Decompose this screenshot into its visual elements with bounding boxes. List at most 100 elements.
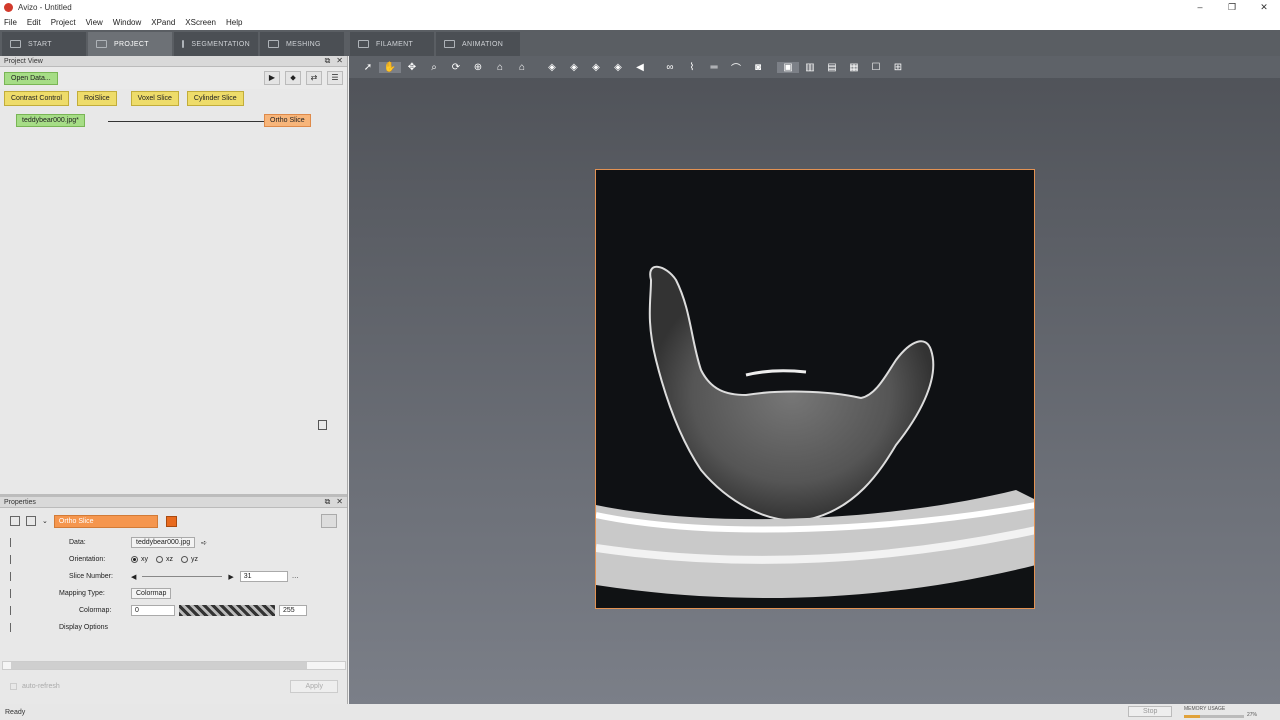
prop-mapping-type: Mapping Type: Colormap — [0, 585, 347, 602]
tab-segmentation[interactable]: SEGMENTATION — [174, 32, 258, 56]
pin-icon[interactable] — [10, 572, 17, 581]
translate-icon[interactable]: ✥ — [401, 62, 423, 73]
prev-slice-icon[interactable]: ◀ — [131, 573, 136, 581]
module-name[interactable]: Ortho Slice — [53, 514, 158, 528]
colormap-editor[interactable] — [179, 605, 275, 616]
meshing-icon — [268, 40, 279, 48]
pointer-icon[interactable]: ▶ — [264, 71, 280, 85]
view-x-icon[interactable]: ◈ — [541, 62, 563, 73]
module-color-swatch[interactable] — [165, 515, 177, 527]
menu-help[interactable]: Help — [226, 18, 242, 27]
reverse-icon[interactable]: ◀ — [629, 62, 651, 73]
layout-1-icon[interactable]: ▣ — [777, 61, 799, 73]
chevron-down-icon[interactable]: ⌄ — [42, 517, 48, 525]
slice-slider[interactable] — [142, 576, 223, 577]
project-icon — [96, 40, 107, 48]
float-icon[interactable]: ⧉ — [325, 56, 331, 65]
pin-icon[interactable] — [26, 516, 36, 526]
module-header: ⌄ Ortho Slice — [0, 508, 347, 534]
status-text: Ready — [5, 708, 26, 716]
close-panel-icon[interactable]: ✕ — [336, 56, 343, 65]
orientation-yz[interactable]: yz — [181, 556, 198, 563]
layout-3-icon[interactable]: ▤ — [821, 62, 843, 73]
roislice-button[interactable]: RoiSlice — [76, 91, 117, 106]
ortho-slice-node[interactable]: Ortho Slice — [264, 114, 311, 127]
layout-fullscreen-icon[interactable]: ☐ — [865, 62, 887, 73]
rotate-icon[interactable]: ⟳ — [445, 62, 467, 73]
pin-icon[interactable] — [10, 623, 17, 632]
set-home-icon[interactable]: ⌂ — [511, 62, 533, 73]
menu-file[interactable]: File — [4, 18, 17, 27]
layout-2-icon[interactable]: ▥ — [799, 62, 821, 73]
settings-icon[interactable] — [321, 514, 337, 528]
filament-icon — [358, 40, 369, 48]
contrast-control-button[interactable]: Contrast Control — [4, 91, 69, 106]
voxel-slice-button[interactable]: Voxel Slice — [130, 91, 179, 106]
next-slice-icon[interactable]: ▶ — [228, 573, 233, 581]
orientation-xy[interactable]: xy — [131, 556, 148, 563]
float-icon[interactable]: ⧉ — [325, 497, 331, 506]
menu-view[interactable]: View — [86, 18, 103, 27]
horizontal-scrollbar[interactable] — [2, 661, 346, 670]
layout-grid-icon[interactable]: ⊞ — [887, 62, 909, 73]
snapshot-icon[interactable]: ◙ — [747, 62, 769, 73]
menu-project[interactable]: Project — [51, 18, 76, 27]
prop-colormap: Colormap: 0 255 — [0, 602, 347, 619]
tab-start[interactable]: START — [2, 32, 86, 56]
menu-xscreen[interactable]: XScreen — [185, 18, 216, 27]
cylinder-slice-button[interactable]: Cylinder Slice — [186, 91, 244, 106]
visibility-icon[interactable] — [10, 516, 20, 526]
connection-line — [108, 121, 265, 122]
minimize-icon[interactable]: – — [1184, 0, 1216, 15]
view-z-icon[interactable]: ◈ — [585, 62, 607, 73]
pin-icon[interactable] — [10, 538, 17, 547]
menu-xpand[interactable]: XPand — [151, 18, 175, 27]
menu-window[interactable]: Window — [113, 18, 141, 27]
graph-icon[interactable]: ⇄ — [306, 71, 322, 85]
auto-refresh-checkbox[interactable]: auto-refresh — [10, 682, 60, 690]
data-node[interactable]: teddybear000.jpg* — [16, 114, 85, 127]
ct-slice-image[interactable] — [595, 169, 1035, 609]
interact-icon[interactable]: ➚ — [357, 62, 379, 73]
arrow-right-icon[interactable]: ➪ — [201, 539, 207, 547]
layout-4-icon[interactable]: ▦ — [843, 62, 865, 73]
tab-meshing[interactable]: MESHING — [260, 32, 344, 56]
colormap-max-input[interactable]: 255 — [279, 605, 307, 616]
3d-viewer[interactable]: ➚ ✋ ✥ ⌕ ⟳ ⊕ ⌂ ⌂ ◈ ◈ ◈ ◈ ◀ ∞ ⌇ ═ ⌒ ◙ ▣ ▥ … — [349, 56, 1280, 704]
restore-icon[interactable]: ❐ — [1216, 0, 1248, 15]
slice-number-input[interactable]: 31 — [239, 571, 288, 582]
zoom-icon[interactable]: ⌕ — [423, 62, 445, 73]
view-all-icon[interactable]: ⊕ — [467, 62, 489, 73]
pick-icon[interactable]: ⬥ — [285, 71, 301, 85]
tab-animation[interactable]: ANIMATION — [436, 32, 520, 56]
more-icon[interactable]: … — [292, 573, 299, 580]
mapping-dropdown[interactable]: Colormap — [131, 588, 172, 599]
close-icon[interactable]: ✕ — [1248, 0, 1280, 15]
trackball-icon[interactable]: ✋ — [379, 61, 401, 73]
close-panel-icon[interactable]: ✕ — [336, 497, 343, 506]
view-y-icon[interactable]: ◈ — [563, 62, 585, 73]
rotate-view-icon[interactable]: ◈ — [607, 62, 629, 73]
trash-icon[interactable] — [318, 420, 327, 430]
home-view-icon[interactable]: ⌂ — [489, 62, 511, 73]
pin-icon[interactable] — [10, 555, 17, 564]
tree-icon[interactable]: ☰ — [327, 71, 343, 85]
stop-button[interactable]: Stop — [1128, 706, 1173, 717]
stereo-icon[interactable]: ∞ — [659, 62, 681, 73]
tab-project[interactable]: PROJECT — [88, 32, 172, 56]
menu-edit[interactable]: Edit — [27, 18, 41, 27]
pin-icon[interactable] — [10, 606, 17, 615]
open-data-button[interactable]: Open Data... — [4, 71, 58, 85]
orientation-xz[interactable]: xz — [156, 556, 173, 563]
prop-orientation: Orientation: xy xz yz — [0, 551, 347, 568]
data-dropdown[interactable]: teddybear000.jpg — [131, 537, 196, 548]
prop-display-options: Display Options — [0, 619, 347, 636]
colormap-min-input[interactable]: 0 — [131, 605, 175, 616]
tab-filament[interactable]: FILAMENT — [350, 32, 434, 56]
measure-icon[interactable]: ⌇ — [681, 62, 703, 73]
apply-button[interactable]: Apply — [290, 679, 338, 693]
lasso-icon[interactable]: ⌒ — [725, 60, 747, 75]
pin-icon[interactable] — [10, 589, 17, 598]
ruler-icon[interactable]: ═ — [703, 62, 725, 73]
display-options-toggle[interactable]: Display Options — [31, 624, 171, 631]
